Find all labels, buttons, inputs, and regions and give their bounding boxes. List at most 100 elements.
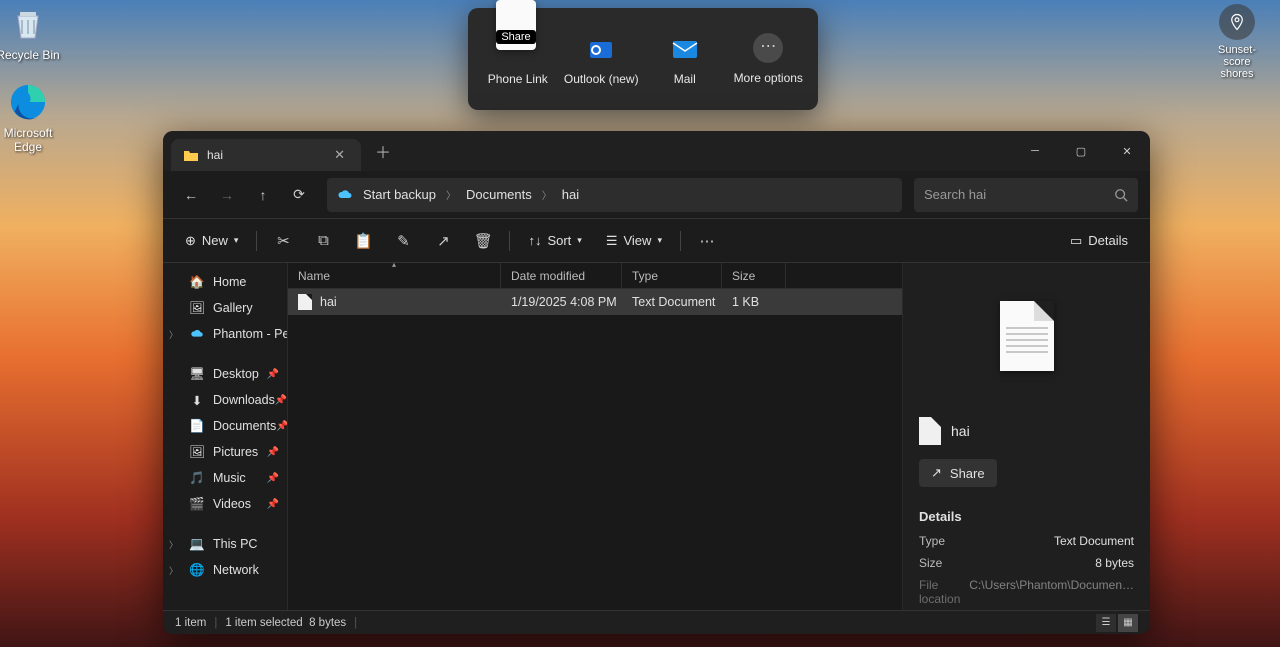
file-row[interactable]: hai 1/19/2025 4:08 PM Text Document 1 KB: [288, 289, 902, 315]
file-preview: [903, 263, 1150, 409]
expand-icon[interactable]: 〉: [169, 564, 178, 577]
sidebar-item-documents[interactable]: 📄Documents📌: [163, 413, 287, 439]
sidebar-item-music[interactable]: 🎵Music📌: [163, 465, 287, 491]
view-list-button[interactable]: ☰: [1096, 614, 1116, 632]
downloads-icon: ⬇: [189, 392, 205, 408]
sidebar-item-gallery[interactable]: 🖼Gallery: [163, 295, 287, 321]
expand-icon[interactable]: 〉: [169, 328, 178, 341]
gallery-icon: 🖼: [189, 300, 205, 316]
share-option-outlook[interactable]: Outlook (new): [562, 26, 640, 92]
share-button[interactable]: ↗: [425, 225, 461, 257]
chevron-down-icon: ▾: [657, 235, 662, 246]
desktop-icon-recycle-bin[interactable]: Recycle Bin: [0, 2, 64, 62]
breadcrumb-documents[interactable]: Documents: [460, 183, 538, 206]
chevron-down-icon: ▾: [234, 235, 239, 246]
location-widget-label: Sunset-score shores: [1214, 44, 1260, 80]
pc-icon: 💻: [189, 536, 205, 552]
sidebar-item-videos[interactable]: 🎬Videos📌: [163, 491, 287, 517]
minimize-button[interactable]: ─: [1012, 131, 1058, 171]
sidebar-item-downloads[interactable]: ⬇Downloads📌: [163, 387, 287, 413]
mail-icon: [668, 32, 702, 66]
view-icon: ☰: [606, 233, 618, 249]
tab-close-button[interactable]: ✕: [330, 145, 349, 165]
up-button[interactable]: ↑: [247, 179, 279, 211]
tab-hai[interactable]: hai ✕: [171, 139, 361, 171]
column-type[interactable]: Type: [622, 263, 722, 288]
column-date[interactable]: Date modified: [501, 263, 622, 288]
view-detail-button[interactable]: ▦: [1118, 614, 1138, 632]
pin-icon: 📌: [267, 473, 279, 484]
maximize-button[interactable]: ▢: [1058, 131, 1104, 171]
column-headers: ▴Name Date modified Type Size: [288, 263, 902, 289]
desktop-icon-edge[interactable]: Microsoft Edge: [0, 80, 64, 154]
more-button[interactable]: ⋯: [689, 225, 725, 257]
recycle-bin-icon: [6, 2, 50, 46]
refresh-button[interactable]: ⟳: [283, 179, 315, 211]
sidebar-item-home[interactable]: 🏠Home: [163, 269, 287, 295]
forward-button[interactable]: →: [211, 179, 243, 211]
details-toggle-button[interactable]: ▭ Details: [1060, 225, 1138, 257]
sort-asc-icon: ▴: [392, 263, 396, 269]
sidebar-item-this-pc[interactable]: 〉💻This PC: [163, 531, 287, 557]
more-options-icon: ⋯: [753, 33, 783, 63]
rename-button[interactable]: ✎: [385, 225, 421, 257]
pin-icon: 📌: [267, 447, 279, 458]
column-name[interactable]: ▴Name: [288, 263, 501, 288]
column-size[interactable]: Size: [722, 263, 786, 288]
drag-file-chip[interactable]: Share: [496, 0, 536, 50]
pictures-icon: 🖼: [189, 444, 205, 460]
sidebar-item-phantom[interactable]: 〉Phantom - Perso: [163, 321, 287, 347]
pin-icon: 📌: [267, 369, 279, 380]
sort-button[interactable]: ↑↓ Sort ▾: [518, 225, 591, 257]
pin-icon: 📌: [275, 395, 287, 406]
videos-icon: 🎬: [189, 496, 205, 512]
desktop-icon: 🖥: [189, 366, 205, 382]
sidebar: 🏠Home 🖼Gallery 〉Phantom - Perso 🖥Desktop…: [163, 263, 288, 610]
search-input[interactable]: [924, 187, 1114, 202]
outlook-icon: [584, 32, 618, 66]
copy-button[interactable]: ⧉: [305, 225, 341, 257]
pin-icon: 📌: [267, 499, 279, 510]
edge-icon: [6, 80, 50, 124]
folder-icon: [183, 147, 199, 163]
details-prop-size: Size8 bytes: [903, 552, 1150, 574]
cut-button[interactable]: ✂: [265, 225, 301, 257]
titlebar[interactable]: hai ✕ ＋ ─ ▢ ✕: [163, 131, 1150, 171]
home-icon: 🏠: [189, 274, 205, 290]
expand-icon[interactable]: 〉: [169, 538, 178, 551]
details-share-button[interactable]: ↗ Share: [919, 459, 997, 487]
breadcrumb[interactable]: Start backup 〉 Documents 〉 hai: [327, 178, 902, 212]
sidebar-item-network[interactable]: 〉🌐Network: [163, 557, 287, 583]
back-button[interactable]: ←: [175, 179, 207, 211]
status-bar: 1 item | 1 item selected 8 bytes | ☰ ▦: [163, 610, 1150, 634]
sort-icon: ↑↓: [528, 233, 541, 248]
details-filename: hai: [951, 423, 970, 439]
sidebar-item-pictures[interactable]: 🖼Pictures📌: [163, 439, 287, 465]
details-pane: hai ↗ Share Details TypeText Document Si…: [902, 263, 1150, 610]
breadcrumb-start-backup[interactable]: Start backup: [357, 183, 442, 206]
breadcrumb-hai[interactable]: hai: [556, 183, 585, 206]
view-button[interactable]: ☰ View ▾: [596, 225, 672, 257]
sidebar-item-desktop[interactable]: 🖥Desktop📌: [163, 361, 287, 387]
close-button[interactable]: ✕: [1104, 131, 1150, 171]
paste-button[interactable]: 📋: [345, 225, 381, 257]
details-header: Details: [903, 493, 1150, 530]
details-prop-location: File locationC:\Users\Phantom\Documen…: [903, 574, 1150, 610]
status-bytes: 8 bytes: [309, 617, 346, 629]
chevron-right-icon: 〉: [542, 187, 552, 202]
share-chip-label: Share: [496, 30, 535, 44]
share-option-mail[interactable]: Mail: [646, 26, 724, 92]
desktop-icon-label: Microsoft Edge: [0, 126, 64, 154]
address-bar: ← → ↑ ⟳ Start backup 〉 Documents 〉 hai: [163, 171, 1150, 219]
pin-icon: 📌: [276, 421, 287, 432]
new-tab-button[interactable]: ＋: [361, 139, 405, 163]
share-option-more[interactable]: ⋯ More options: [729, 27, 807, 91]
desktop-icon-label: Recycle Bin: [0, 48, 64, 62]
location-widget[interactable]: Sunset-score shores: [1214, 0, 1260, 80]
music-icon: 🎵: [189, 470, 205, 486]
new-button[interactable]: ⊕ New ▾: [175, 225, 248, 257]
search-icon[interactable]: [1114, 188, 1128, 202]
delete-button[interactable]: 🗑: [465, 225, 501, 257]
search-box[interactable]: [914, 178, 1138, 212]
chevron-right-icon: 〉: [446, 187, 456, 202]
